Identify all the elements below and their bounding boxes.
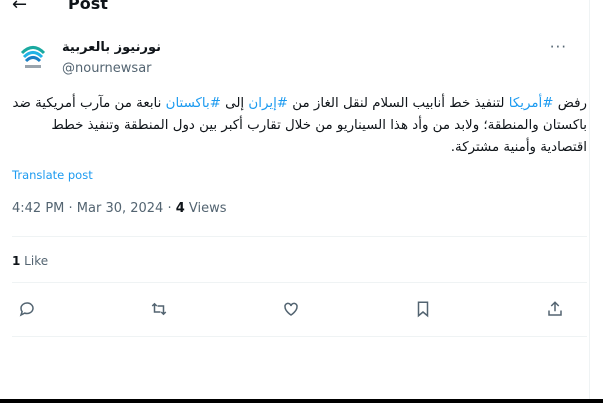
divider (12, 236, 587, 237)
author-handle[interactable]: @nournewsar (62, 61, 152, 76)
hashtag-link[interactable]: #إيران (248, 96, 288, 111)
bottom-bar (0, 399, 603, 403)
author-name[interactable]: نورنيوز بالعربية (62, 40, 161, 55)
avatar[interactable] (16, 40, 50, 74)
views-count: 4 (175, 201, 185, 216)
translate-post-link[interactable]: Translate post (12, 168, 93, 182)
tweet-text-segment: لتنفيذ خط أنابيب السلام لنقل الغاز من (288, 96, 509, 111)
post-timestamp[interactable]: 4:42 PM · Mar 30, 2024 · (12, 201, 176, 216)
repost-icon[interactable] (150, 300, 174, 324)
action-bar (0, 300, 603, 324)
post-meta: 4:42 PM · Mar 30, 2024 · 4 Views (12, 201, 227, 216)
divider (12, 282, 587, 283)
header: ← Post (0, 0, 603, 18)
page-title: Post (68, 0, 108, 13)
likes-count[interactable]: 1 Like (12, 254, 48, 268)
likes-label: Like (20, 254, 49, 268)
reply-icon[interactable] (18, 300, 42, 324)
share-icon[interactable] (546, 300, 570, 324)
like-icon[interactable] (282, 300, 306, 324)
views-label: Views (184, 201, 227, 216)
hashtag-link[interactable]: #أمريكا (509, 96, 554, 111)
tweet-text: رفض #أمريكا لتنفيذ خط أنابيب السلام لنقل… (12, 93, 587, 159)
divider (12, 336, 587, 337)
tweet-text-segment: إلى (220, 96, 249, 111)
scrollbar-track[interactable] (589, 0, 590, 403)
hashtag-link[interactable]: #باكستان (166, 96, 221, 111)
bookmark-icon[interactable] (414, 300, 438, 324)
arrow-left-icon[interactable]: ← (12, 0, 27, 15)
more-options-icon[interactable]: ··· (550, 38, 567, 56)
tweet-text-segment: رفض (553, 96, 587, 111)
